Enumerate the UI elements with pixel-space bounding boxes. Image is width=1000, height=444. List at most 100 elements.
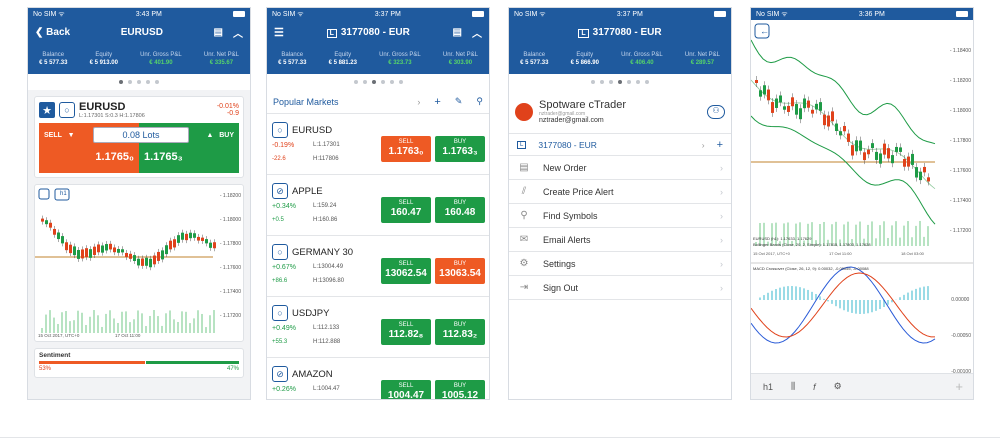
volume-bar bbox=[117, 322, 119, 333]
collapse-icon[interactable]: ︿ bbox=[472, 25, 482, 40]
section-title[interactable]: Popular Markets bbox=[273, 97, 417, 107]
chevron-right-icon: › bbox=[720, 210, 723, 221]
sell-button[interactable]: SELL 1004.47 bbox=[381, 380, 431, 399]
sentiment-bar bbox=[39, 361, 239, 364]
settings-icon[interactable]: ⚙ bbox=[834, 381, 842, 392]
volume-bar bbox=[97, 315, 99, 333]
ctrader-logo bbox=[515, 102, 533, 121]
buy-label: BUY bbox=[453, 322, 467, 328]
lots-input[interactable]: 0.08 Lots bbox=[93, 127, 189, 143]
macd-bar bbox=[767, 292, 769, 300]
buy-button[interactable]: BUY 1.1763₃ bbox=[435, 136, 485, 162]
macd-bar bbox=[887, 300, 889, 305]
watch-icon[interactable]: ○ bbox=[272, 122, 288, 138]
sentiment-buy-pct: 47% bbox=[226, 366, 239, 372]
sell-button[interactable]: SELL 1.1763₀ bbox=[381, 136, 431, 162]
candle bbox=[867, 149, 870, 155]
collapse-icon[interactable]: ︿ bbox=[233, 25, 243, 40]
expand-icon[interactable] bbox=[38, 188, 50, 200]
page-dots[interactable] bbox=[267, 74, 489, 90]
clipboard-icon[interactable]: ▤ bbox=[453, 27, 462, 38]
nav-bar: L 3177080 - EUR bbox=[509, 20, 731, 44]
balance-bar: Balance € 5 577.33 Equity € 5 913.00 Unr. … bbox=[28, 44, 250, 74]
watch-icon[interactable]: ○ bbox=[272, 244, 288, 260]
change-pct: +0.49% bbox=[272, 325, 296, 332]
edit-icon[interactable]: ✎ bbox=[455, 96, 463, 107]
gross-pl-value: € 401.90 bbox=[149, 60, 173, 66]
add-account-icon[interactable]: + bbox=[717, 139, 723, 151]
watch-icon[interactable]: ⊘ bbox=[272, 366, 288, 382]
carrier: No SIM ᯤ bbox=[33, 10, 65, 18]
volume-bar bbox=[121, 311, 123, 333]
balance-value: € 5 577.33 bbox=[278, 60, 307, 66]
candle bbox=[165, 245, 168, 255]
sell-price: 112.82₈ bbox=[388, 329, 424, 340]
macd-bar bbox=[851, 300, 853, 313]
volume-bar bbox=[65, 311, 67, 333]
divider bbox=[0, 437, 1000, 438]
menu-icon[interactable]: ☰ bbox=[274, 26, 284, 39]
date-label-2: 17 Oct 11:00 bbox=[115, 333, 141, 338]
market-row[interactable]: ○ GERMANY 30 +0.67% +86.6 L:13004.49 H:13096.… bbox=[267, 236, 489, 297]
balance-value: € 5 577.33 bbox=[39, 60, 68, 66]
menu-item[interactable]: ✉ Email Alerts › bbox=[509, 228, 731, 252]
watch-icon[interactable]: ○ bbox=[272, 305, 288, 321]
market-row[interactable]: ○ EURUSD -0.19% -22.6 L:1.17301 H:117806 SELL 1… bbox=[267, 114, 489, 175]
menu-item[interactable]: ⇥ Sign Out › bbox=[509, 276, 731, 300]
watch-icon[interactable]: ⊘ bbox=[272, 183, 288, 199]
market-row[interactable]: ⊘ AMAZON +0.26% L:1004.47 SELL 1004.47 BUY 1005… bbox=[267, 358, 489, 399]
account-title[interactable]: L 3177080 - EUR bbox=[284, 27, 453, 38]
net-pl-label: Unr. Net P&L bbox=[203, 52, 239, 58]
buy-label: BUY bbox=[453, 261, 467, 267]
candle bbox=[161, 250, 164, 260]
macd-bar bbox=[843, 300, 845, 311]
volume-bar bbox=[879, 225, 881, 246]
macd-bar bbox=[779, 287, 781, 300]
account-row[interactable]: L 3177080 - EUR › + bbox=[509, 134, 731, 156]
candle bbox=[851, 145, 854, 156]
equity-value: € 5 866.90 bbox=[570, 60, 599, 66]
market-row[interactable]: ⊘ APPLE +0.34% +0.5 L:159.24 H:160.86 SELL 160.… bbox=[267, 175, 489, 236]
account-icon: L bbox=[517, 140, 527, 149]
search-icon[interactable]: ⚲ bbox=[476, 96, 483, 107]
back-button[interactable]: ❮ Back bbox=[35, 27, 70, 38]
function-icon[interactable]: f bbox=[813, 382, 816, 392]
page-dots[interactable] bbox=[28, 74, 250, 90]
buy-button[interactable]: BUY 13063.54 bbox=[435, 258, 485, 284]
sell-button[interactable]: SELL 13062.54 bbox=[381, 258, 431, 284]
menu-label: Find Symbols bbox=[543, 210, 598, 221]
add-icon[interactable]: + bbox=[434, 96, 440, 108]
candle bbox=[799, 108, 802, 120]
buy-button[interactable]: BUY 112.83₂ bbox=[435, 319, 485, 345]
clipboard-icon[interactable]: ▤ bbox=[214, 27, 223, 38]
page-dots[interactable] bbox=[509, 74, 731, 90]
account-switch-icon[interactable]: ⚇ bbox=[707, 104, 725, 119]
buy-label: BUY bbox=[453, 200, 467, 206]
sell-button[interactable]: SELL 112.82₈ bbox=[381, 319, 431, 345]
circle-icon[interactable]: ○ bbox=[59, 102, 75, 118]
macd-bar bbox=[847, 300, 849, 312]
indicator-label: EURUSD (h1): 1.17633, 1.17629 bbox=[753, 236, 812, 241]
account-title[interactable]: L 3177080 - EUR bbox=[516, 27, 724, 38]
sell-label: SELL bbox=[398, 322, 414, 328]
candle bbox=[121, 249, 124, 253]
menu-item[interactable]: ⚙ Settings › bbox=[509, 252, 731, 276]
timeframe-button[interactable]: h1 bbox=[763, 382, 773, 392]
sell-button[interactable]: SELL 160.47 bbox=[381, 197, 431, 223]
price-chart[interactable]: h1 - 1.18200 - 1.18000 - 1.17800 - 1.17600 -… bbox=[34, 184, 244, 342]
buy-button[interactable]: BUY 1005.12 bbox=[435, 380, 485, 399]
menu-item[interactable]: ⚲ Find Symbols › bbox=[509, 204, 731, 228]
menu-item[interactable]: ⫽ Create Price Alert › bbox=[509, 180, 731, 204]
buy-button[interactable]: BUY 160.48 bbox=[435, 197, 485, 223]
candle bbox=[831, 111, 834, 122]
candles-icon[interactable]: ⫼ bbox=[791, 381, 795, 392]
macd-bar bbox=[859, 300, 861, 314]
add-icon[interactable]: + bbox=[955, 379, 963, 394]
back-arrow-icon[interactable]: ← bbox=[760, 26, 769, 36]
chevron-right-icon[interactable]: › bbox=[417, 97, 420, 107]
menu-item[interactable]: ▤ New Order › bbox=[509, 156, 731, 180]
market-row[interactable]: ○ USDJPY +0.49% +55.3 L:112.133 H:112.888 SELL… bbox=[267, 297, 489, 358]
star-icon[interactable]: ★ bbox=[39, 102, 55, 118]
candle bbox=[73, 246, 76, 256]
candle bbox=[97, 244, 100, 253]
